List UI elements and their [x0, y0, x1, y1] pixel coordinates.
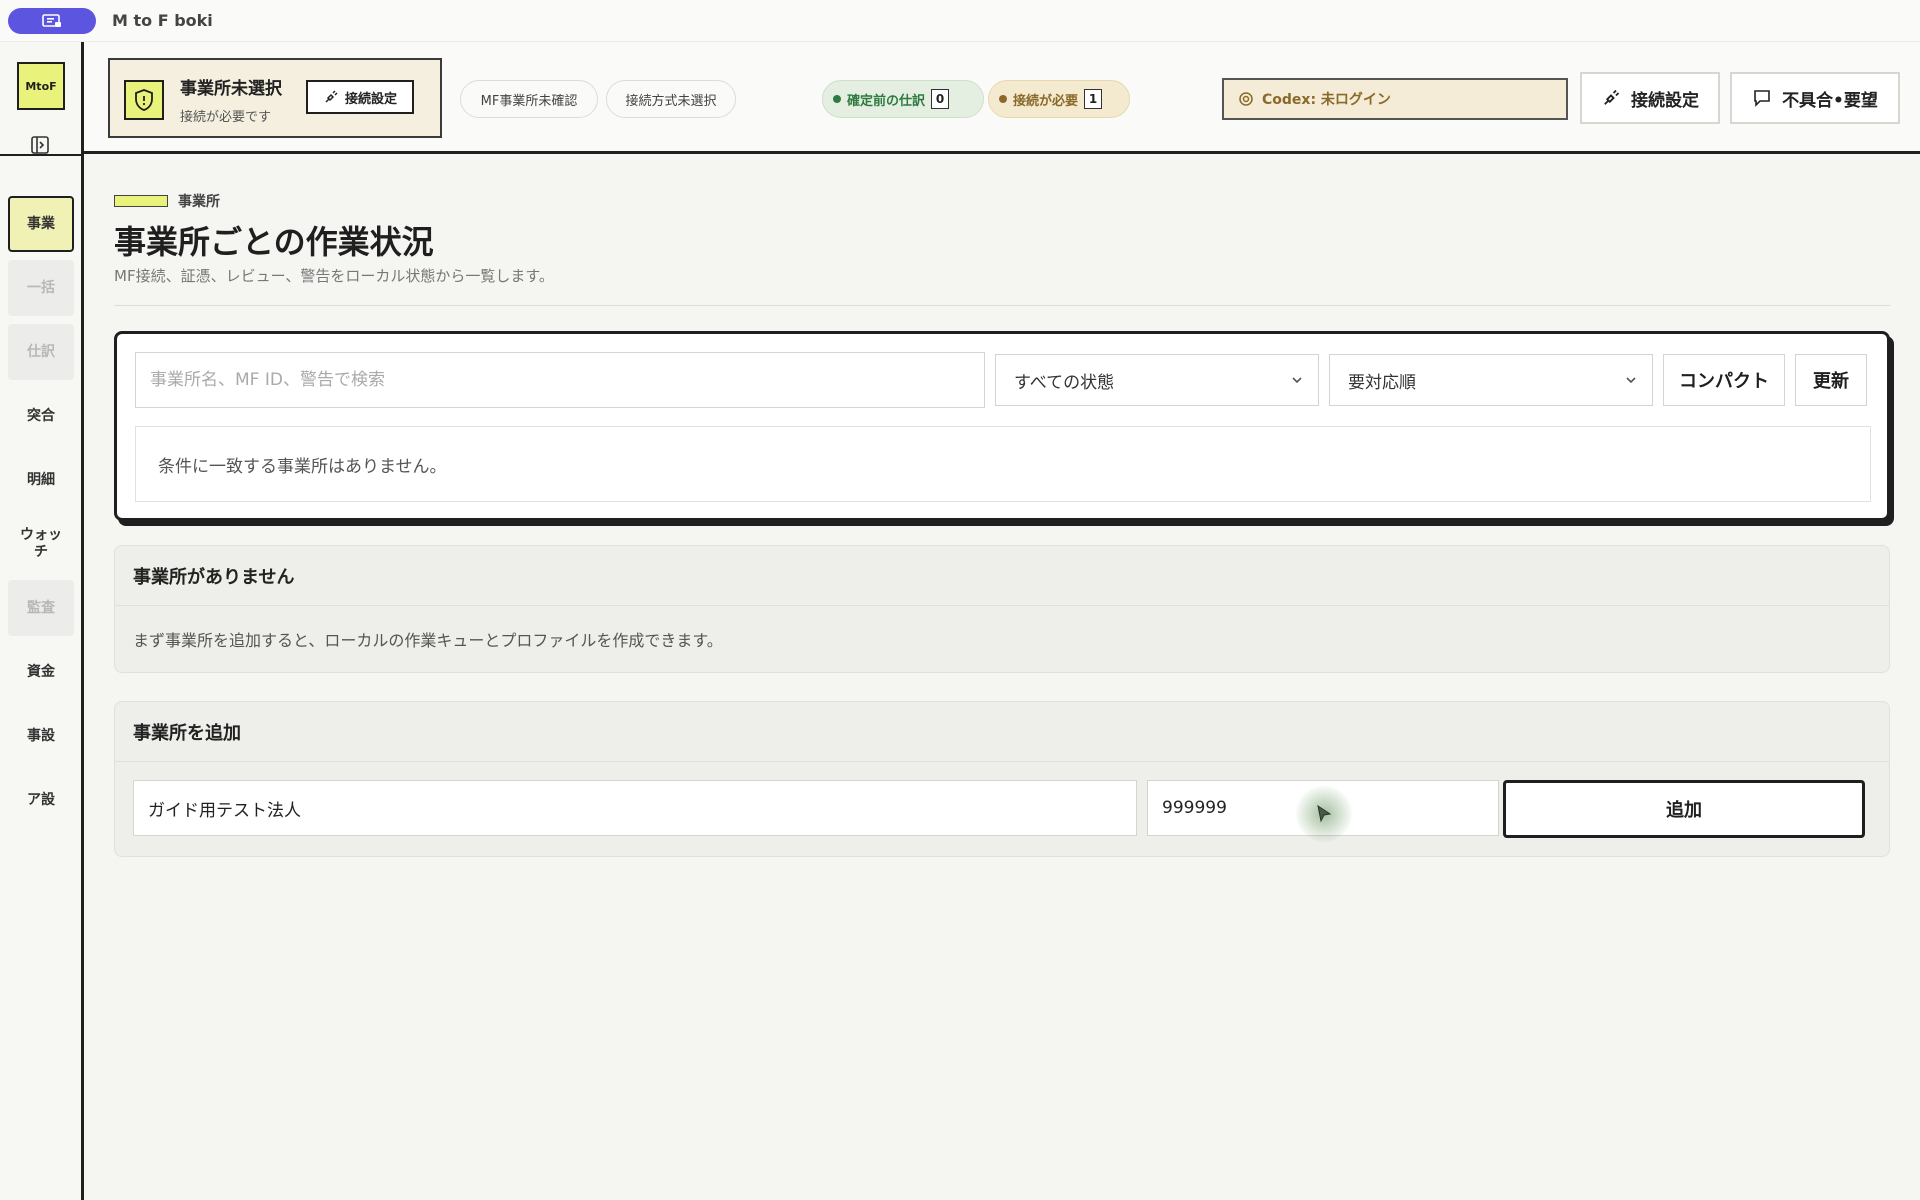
sidebar-divider [0, 154, 84, 156]
sidebar-item-offices[interactable]: 事業 [8, 196, 74, 252]
panel-toggle-icon [31, 136, 49, 154]
chevron-down-icon [1626, 377, 1636, 384]
sidebar-item-audit[interactable]: 監査 [8, 580, 74, 636]
feedback-button[interactable]: 不具合•要望 [1730, 72, 1900, 124]
pending-journal-count: 0 [931, 89, 950, 109]
app-title: M to F boki [112, 11, 213, 30]
office-status-card: 事業所未選択 接続が必要です 接続設定 [108, 58, 442, 138]
sidebar-item-label: 事業 [27, 215, 55, 232]
page-description: MF接続、証憑、レビュー、警告をローカル状態から一覧します。 [114, 267, 554, 285]
add-office-title: 事業所を追加 [115, 702, 1889, 762]
no-offices-body: まず事業所を追加すると、ローカルの作業キューとプロファイルを作成できます。 [133, 631, 723, 650]
pending-journal-status[interactable]: 確定前の仕訳 0 [822, 80, 984, 118]
sort-value: 要対応順 [1348, 372, 1416, 393]
sidebar-item-watch[interactable]: ウォッチ [8, 516, 74, 572]
sidebar-item-label: 監査 [27, 599, 55, 616]
sidebar-item-label: 明細 [27, 471, 55, 488]
empty-result-message: 条件に一致する事業所はありません。 [135, 426, 1871, 502]
section-tag-bar [114, 195, 168, 207]
shield-alert-icon [135, 89, 153, 111]
sidebar-item-label: ウォッチ [20, 527, 62, 560]
codex-icon [1239, 92, 1253, 106]
connection-needed-status[interactable]: 接続が必要 1 [988, 80, 1130, 118]
mf-office-chip-label: MF事業所未確認 [480, 93, 578, 109]
sidebar-item-label: 事設 [27, 727, 55, 744]
sidebar-item-label: 資金 [27, 663, 55, 680]
app-logo[interactable]: MtoF [17, 62, 65, 110]
refresh-button-label: 更新 [1813, 371, 1849, 392]
mouse-cursor [1296, 786, 1352, 842]
main-content: 事業所 事業所ごとの作業状況 MF接続、証憑、レビュー、警告をローカル状態から一… [84, 157, 1920, 1200]
pending-journal-label: 確定前の仕訳 [847, 93, 926, 109]
feedback-label: 不具合•要望 [1782, 90, 1878, 111]
add-office-button-label: 追加 [1666, 800, 1702, 821]
sidebar-item-label: 一括 [27, 279, 55, 296]
card-connect-settings-button[interactable]: 接続設定 [306, 80, 414, 114]
office-title: 事業所未選択 [180, 79, 282, 99]
connection-needed-label: 接続が必要 [1013, 93, 1079, 109]
add-office-button[interactable]: 追加 [1503, 780, 1865, 838]
sidebar: MtoF 事業 一括 仕訳 突合 明細 ウォッチ 監査 資金 事設 ア設 [0, 42, 84, 1200]
codex-status-label: Codex: 未ログイン [1262, 92, 1391, 108]
window-icon [42, 13, 61, 27]
refresh-button[interactable]: 更新 [1795, 354, 1867, 406]
cursor-arrow-icon [1317, 804, 1332, 823]
section-tag-label: 事業所 [178, 194, 220, 210]
title-bar: M to F boki [0, 0, 1920, 42]
sidebar-item-details[interactable]: 明細 [8, 452, 74, 508]
section-tag: 事業所 [114, 191, 220, 211]
sidebar-item-reconcile[interactable]: 突合 [8, 388, 74, 444]
codex-login-status[interactable]: Codex: 未ログイン [1222, 78, 1568, 120]
filter-panel: すべての状態 要対応順 コンパクト 更新 条件に一致する事業所はありません。 [114, 331, 1890, 521]
no-offices-title: 事業所がありません [115, 546, 1889, 606]
search-input[interactable] [135, 352, 985, 408]
sidebar-toggle-button[interactable] [28, 134, 52, 156]
card-connect-label: 接続設定 [344, 91, 397, 107]
connect-settings-button[interactable]: 接続設定 [1580, 72, 1720, 124]
sort-select[interactable]: 要対応順 [1329, 354, 1653, 406]
status-filter-select[interactable]: すべての状態 [995, 354, 1319, 406]
connect-settings-label: 接続設定 [1631, 90, 1699, 111]
connection-method-chip-label: 接続方式未選択 [625, 93, 717, 109]
sidebar-item-label: 仕訳 [27, 343, 55, 360]
no-offices-card: 事業所がありません まず事業所を追加すると、ローカルの作業キューとプロファイルを… [114, 545, 1890, 673]
sidebar-item-bulk[interactable]: 一括 [8, 260, 74, 316]
office-name-input[interactable] [133, 780, 1137, 836]
top-header: 事業所未選択 接続が必要です 接続設定 MF事業所未確認 接続方式未選択 確定前… [84, 42, 1920, 154]
connection-method-chip: 接続方式未選択 [606, 80, 736, 118]
window-pill-button[interactable] [8, 7, 96, 34]
sidebar-item-app-settings[interactable]: ア設 [8, 772, 74, 828]
page-title: 事業所ごとの作業状況 [114, 223, 434, 261]
divider [114, 305, 1890, 306]
office-subtitle: 接続が必要です [180, 110, 272, 125]
plug-icon [325, 90, 338, 103]
message-icon [1754, 90, 1770, 107]
sidebar-item-label: ア設 [27, 791, 55, 808]
status-filter-value: すべての状態 [1014, 372, 1115, 393]
sidebar-item-journal[interactable]: 仕訳 [8, 324, 74, 380]
sidebar-item-office-settings[interactable]: 事設 [8, 708, 74, 764]
status-dot-icon [999, 95, 1007, 103]
status-dot-icon [833, 95, 841, 103]
sidebar-item-label: 突合 [27, 407, 55, 424]
shield-badge [124, 80, 164, 120]
mf-office-chip: MF事業所未確認 [460, 80, 598, 118]
compact-button[interactable]: コンパクト [1663, 354, 1785, 406]
plug-icon [1604, 89, 1620, 105]
connection-needed-count: 1 [1084, 89, 1103, 109]
compact-button-label: コンパクト [1679, 371, 1769, 392]
chevron-down-icon [1292, 377, 1302, 384]
sidebar-item-funds[interactable]: 資金 [8, 644, 74, 700]
add-office-card: 事業所を追加 追加 [114, 701, 1890, 857]
